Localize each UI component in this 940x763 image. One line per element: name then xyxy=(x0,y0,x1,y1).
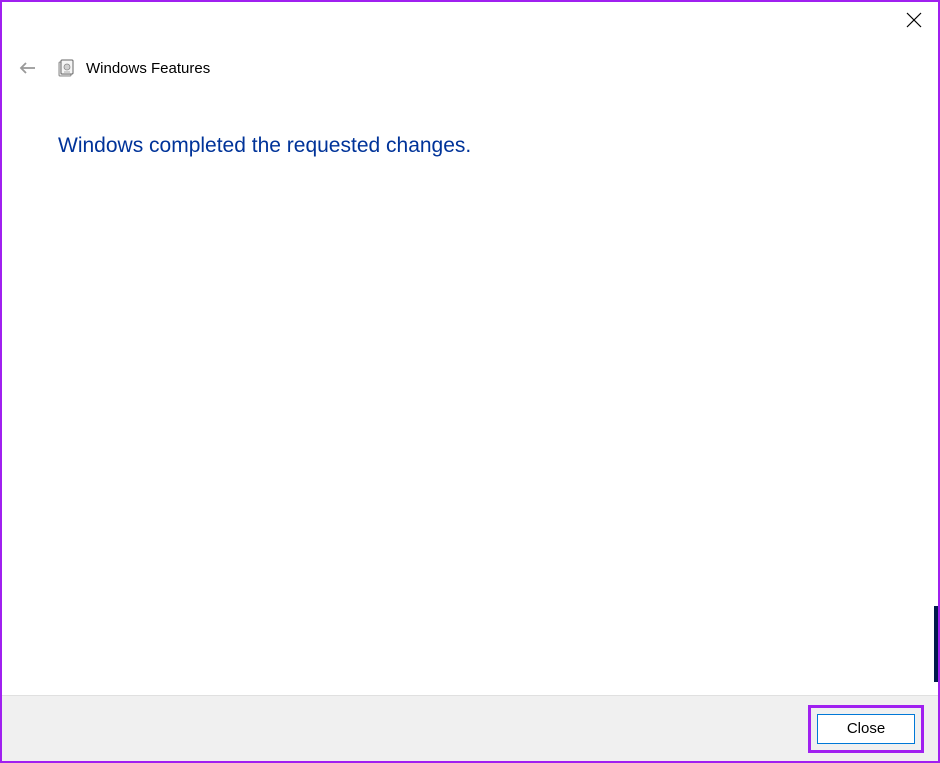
back-arrow-icon[interactable] xyxy=(16,56,40,80)
content-area: Windows completed the requested changes. xyxy=(2,86,938,158)
completion-message: Windows completed the requested changes. xyxy=(58,134,938,158)
close-button-highlight: Close xyxy=(808,705,924,753)
close-icon[interactable] xyxy=(904,10,924,30)
footer-bar: Close xyxy=(2,695,938,761)
right-edge-accent xyxy=(934,606,938,682)
close-button[interactable]: Close xyxy=(817,714,915,744)
windows-features-icon xyxy=(56,58,76,78)
header-row: Windows Features xyxy=(2,50,938,86)
titlebar xyxy=(2,2,938,34)
window-title: Windows Features xyxy=(86,60,210,77)
